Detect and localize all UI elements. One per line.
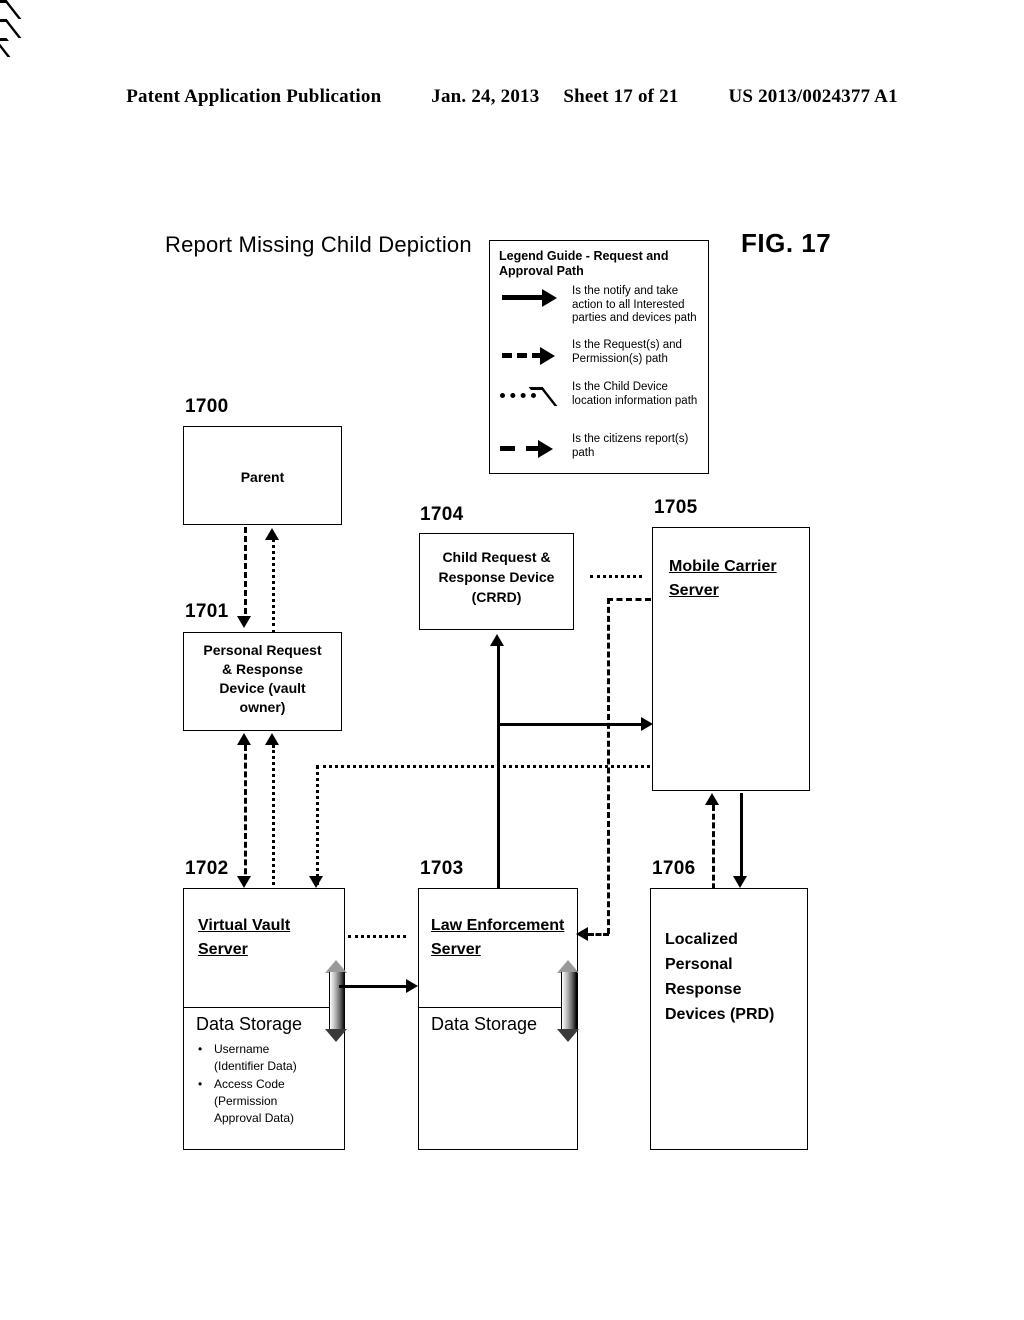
node-prrd-label-line3: Device (vault <box>219 680 306 696</box>
node-prrd-label-line4: owner) <box>239 699 286 715</box>
figure-label: FIG. 17 <box>741 228 832 258</box>
law-storage-divider <box>419 1007 577 1008</box>
link-law-to-carrier <box>497 723 647 726</box>
legend-solid-arrow-icon <box>502 289 562 307</box>
vault-storage-double-arrow-icon <box>325 960 347 1042</box>
legend-entry-2-text: Is the Request(s) and Permission(s) path <box>572 339 682 365</box>
arrow-prrd-to-vault <box>237 876 251 888</box>
link-vault-to-law-solid <box>339 985 411 988</box>
legend-entry-3-text: Is the Child Device location information… <box>572 381 698 407</box>
arrow-carrier-to-prd <box>733 876 747 888</box>
node-parent-label: Parent <box>240 469 285 485</box>
vault-data-storage-list: • Username (Identifier Data) • Access Co… <box>198 1041 338 1131</box>
link-carrier-report-top <box>607 598 651 601</box>
vault-storage-item-2-line3: Approval Data) <box>214 1111 295 1125</box>
node-carrier-label-line1: Mobile Carrier <box>669 558 777 575</box>
node-prrd-label-line2: & Response <box>222 661 303 677</box>
link-carrier-report-bottom <box>588 933 609 936</box>
ref-1706: 1706 <box>652 858 696 879</box>
legend-dotted-arrow-icon <box>500 387 566 406</box>
arrow-parent-to-prrd <box>237 616 251 628</box>
vault-storage-item-2-line1: Access Code <box>214 1077 285 1091</box>
link-carrier-to-prd-notify <box>740 793 743 881</box>
link-carrier-to-vault-horizontal <box>316 765 656 768</box>
ref-1705: 1705 <box>654 497 698 518</box>
node-crrd-label-line1: Child Request & <box>442 549 551 565</box>
node-child-request-response-device[interactable]: Child Request & Response Device (CRRD) <box>419 533 574 630</box>
node-parent[interactable]: Parent <box>183 426 342 525</box>
node-localized-personal-response-devices[interactable]: Localized Personal Response Devices (PRD… <box>650 888 808 1150</box>
link-prrd-vault-request <box>244 745 247 883</box>
figure-title: Report Missing Child Depiction <box>165 232 472 257</box>
legend-dash-gap-arrow-icon <box>500 440 566 458</box>
link-crrd-carrier-location <box>590 575 642 578</box>
node-law-label-line1: Law Enforcement <box>431 917 565 934</box>
arrow-carrier-to-law-report <box>576 927 588 941</box>
law-data-storage-title: Data Storage <box>431 1014 538 1034</box>
node-prd-label-line3: Response <box>665 981 742 998</box>
node-mobile-carrier-server[interactable]: Mobile Carrier Server <box>652 527 810 791</box>
arrow-vault-to-law-dotted <box>0 0 22 19</box>
node-crrd-label-line3: (CRRD) <box>471 589 522 605</box>
vault-storage-item-1-line2: (Identifier Data) <box>214 1059 297 1073</box>
ref-1704: 1704 <box>420 504 464 525</box>
arrow-vault-to-law <box>406 979 418 993</box>
node-law-label-line2: Server <box>431 941 481 958</box>
legend-box: Legend Guide - Request and Approval Path… <box>489 240 709 474</box>
node-law-enforcement-server[interactable]: Law Enforcement Server Data Storage <box>418 888 578 1150</box>
link-prrd-to-parent-location <box>272 538 275 634</box>
ref-1702: 1702 <box>185 858 229 879</box>
link-carrier-to-vault-vertical <box>316 765 319 885</box>
ref-1700: 1700 <box>185 396 229 417</box>
ref-1701: 1701 <box>185 601 229 622</box>
link-parent-to-prrd-request <box>244 527 247 623</box>
node-carrier-label-line2: Server <box>669 582 719 599</box>
figure-canvas: Report Missing Child Depiction FIG. 17 L… <box>0 0 1024 1320</box>
legend-dashed-arrow-icon <box>502 347 562 365</box>
link-prrd-vault-location <box>272 745 275 885</box>
node-prd-label-line2: Personal <box>665 956 733 973</box>
link-law-to-crrd <box>497 645 500 888</box>
node-virtual-vault-server[interactable]: Virtual Vault Server Data Storage • User… <box>183 888 345 1150</box>
arrow-vault-to-prrd <box>237 733 251 745</box>
link-vault-to-law-dotted <box>348 935 406 938</box>
link-prd-to-carrier-request <box>712 805 715 898</box>
legend-entry-4-text: Is the citizens report(s) path <box>572 433 689 459</box>
arrow-crrd-to-carrier <box>0 19 22 38</box>
legend-entry-1-text: Is the notify and take action to all Int… <box>572 285 697 324</box>
legend-title: Legend Guide - Request and Approval Path <box>499 249 669 278</box>
ref-1703: 1703 <box>420 858 464 879</box>
node-crrd-label-line2: Response Device <box>438 569 555 585</box>
vault-data-storage-title: Data Storage <box>196 1014 303 1034</box>
vault-storage-item-2-line2: (Permission <box>214 1094 278 1108</box>
node-vault-label-line2: Server <box>198 941 248 958</box>
node-prd-label-line4: Devices (PRD) <box>665 1006 775 1023</box>
arrow-prd-to-carrier <box>705 793 719 805</box>
arrow-vault-to-prrd-location <box>265 733 279 745</box>
node-prd-label-line1: Localized <box>665 931 738 948</box>
vault-storage-item-1-line1: Username <box>214 1042 270 1056</box>
vault-storage-divider <box>184 1007 344 1008</box>
node-prrd-label-line1: Personal Request <box>203 642 322 658</box>
arrow-into-vault-location <box>309 876 323 888</box>
arrow-law-to-crrd <box>490 634 504 646</box>
link-carrier-report-vertical <box>607 598 610 934</box>
node-vault-label-line1: Virtual Vault <box>198 917 291 934</box>
node-personal-request-response-device[interactable]: Personal Request & Response Device (vaul… <box>183 632 342 731</box>
arrow-carrier-to-crrd <box>0 38 22 57</box>
law-storage-double-arrow-icon <box>557 960 579 1042</box>
arrow-prrd-to-parent <box>265 528 279 540</box>
